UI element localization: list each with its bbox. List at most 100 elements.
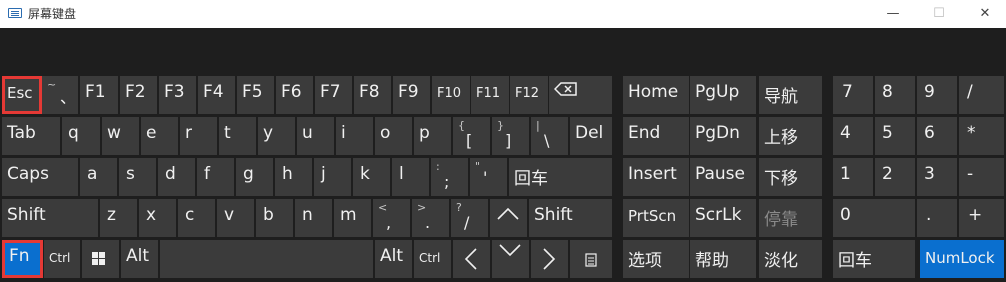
key-right-shift[interactable]: Shift — [529, 199, 612, 237]
key-num0[interactable]: 0 — [833, 199, 915, 237]
key-fn[interactable]: Fn — [2, 240, 43, 278]
key-num8[interactable]: 8 — [875, 76, 915, 114]
key-right-ctrl[interactable]: Ctrl — [414, 240, 451, 278]
key-semicolon[interactable]: :; — [431, 158, 468, 196]
key-num3[interactable]: 3 — [917, 158, 957, 196]
key-w[interactable]: w — [102, 117, 139, 155]
key-slash[interactable]: ? / — [451, 199, 488, 237]
key-num-multiply[interactable]: * — [959, 117, 1004, 155]
key-t[interactable]: t — [219, 117, 256, 155]
key-right-arrow[interactable] — [531, 240, 568, 278]
key-j[interactable]: j — [314, 158, 351, 196]
key-tab[interactable]: Tab — [2, 117, 60, 155]
key-left-bracket[interactable]: {[ — [453, 117, 490, 155]
key-pause[interactable]: Pause — [690, 158, 756, 196]
key-x[interactable]: x — [139, 199, 176, 237]
key-left-arrow[interactable] — [453, 240, 490, 278]
key-v[interactable]: v — [217, 199, 254, 237]
key-b[interactable]: b — [256, 199, 293, 237]
key-pgdn[interactable]: PgDn — [690, 117, 756, 155]
key-pgup[interactable]: PgUp — [690, 76, 756, 114]
key-period[interactable]: >. — [412, 199, 449, 237]
key-e[interactable]: e — [141, 117, 178, 155]
key-f4[interactable]: F4 — [198, 76, 235, 114]
key-caps[interactable]: Caps — [2, 158, 78, 196]
key-del[interactable]: Del — [570, 117, 612, 155]
key-u[interactable]: u — [297, 117, 334, 155]
key-f6[interactable]: F6 — [276, 76, 313, 114]
key-f11[interactable]: F11 — [471, 76, 509, 114]
key-left-alt[interactable]: Alt — [121, 240, 158, 278]
key-num6[interactable]: 6 — [917, 117, 957, 155]
key-q[interactable]: q — [62, 117, 100, 155]
key-num-subtract[interactable]: - — [959, 158, 1004, 196]
key-left-shift[interactable]: Shift — [2, 199, 98, 237]
key-home[interactable]: Home — [623, 76, 689, 114]
key-m[interactable]: m — [334, 199, 371, 237]
key-num5[interactable]: 5 — [875, 117, 915, 155]
key-options[interactable]: 选项 — [623, 240, 689, 278]
key-backspace[interactable] — [549, 76, 612, 114]
key-end[interactable]: End — [623, 117, 689, 155]
key-c[interactable]: c — [178, 199, 215, 237]
key-o[interactable]: o — [375, 117, 412, 155]
key-f3[interactable]: F3 — [159, 76, 196, 114]
key-num2[interactable]: 2 — [875, 158, 915, 196]
key-f12[interactable]: F12 — [510, 76, 548, 114]
key-right-bracket[interactable]: }] — [492, 117, 529, 155]
maximize-button[interactable]: ☐ — [916, 0, 962, 28]
key-scrlk[interactable]: ScrLk — [690, 199, 756, 237]
key-prtscn[interactable]: PrtScn — [623, 199, 689, 237]
close-button[interactable]: ✕ — [962, 0, 1006, 28]
key-num-enter[interactable]: 回车 — [833, 240, 915, 278]
key-fade[interactable]: 淡化 — [759, 240, 822, 278]
key-help[interactable]: 帮助 — [690, 240, 756, 278]
key-f10[interactable]: F10 — [432, 76, 470, 114]
key-d[interactable]: d — [158, 158, 195, 196]
key-f9[interactable]: F9 — [393, 76, 430, 114]
key-f5[interactable]: F5 — [237, 76, 274, 114]
key-k[interactable]: k — [353, 158, 390, 196]
key-h[interactable]: h — [275, 158, 312, 196]
key-left-ctrl[interactable]: Ctrl — [44, 240, 80, 278]
key-right-alt[interactable]: Alt — [375, 240, 412, 278]
key-num-divide[interactable]: / — [959, 76, 1004, 114]
key-f1[interactable]: F1 — [80, 76, 118, 114]
key-num-decimal[interactable]: . — [917, 199, 957, 237]
key-num1[interactable]: 1 — [833, 158, 873, 196]
key-num7[interactable]: 7 — [833, 76, 873, 114]
key-num9[interactable]: 9 — [917, 76, 957, 114]
key-i[interactable]: i — [336, 117, 373, 155]
key-n[interactable]: n — [295, 199, 332, 237]
key-up-arrow[interactable] — [490, 199, 527, 237]
key-space[interactable] — [160, 240, 373, 278]
key-numlock[interactable]: NumLock — [920, 240, 1004, 278]
key-l[interactable]: l — [392, 158, 429, 196]
key-backtick[interactable]: ~、 — [42, 76, 78, 114]
key-num-add[interactable]: + — [959, 199, 1004, 237]
key-backslash[interactable]: | \ — [531, 117, 568, 155]
key-p[interactable]: p — [414, 117, 451, 155]
key-menu[interactable] — [570, 240, 612, 278]
key-y[interactable]: y — [258, 117, 295, 155]
key-dock[interactable]: 停靠 — [759, 199, 822, 237]
key-g[interactable]: g — [236, 158, 273, 196]
key-a[interactable]: a — [80, 158, 117, 196]
key-esc[interactable]: Esc — [2, 76, 42, 114]
key-quote[interactable]: " ' — [470, 158, 507, 196]
key-windows[interactable] — [82, 240, 119, 278]
key-num4[interactable]: 4 — [833, 117, 873, 155]
key-s[interactable]: s — [119, 158, 156, 196]
key-f7[interactable]: F7 — [315, 76, 352, 114]
key-insert[interactable]: Insert — [623, 158, 689, 196]
key-f[interactable]: f — [197, 158, 234, 196]
key-r[interactable]: r — [180, 117, 217, 155]
key-move-up[interactable]: 上移 — [759, 117, 822, 155]
key-f8[interactable]: F8 — [354, 76, 391, 114]
key-move-down[interactable]: 下移 — [759, 158, 822, 196]
key-z[interactable]: z — [100, 199, 137, 237]
key-f2[interactable]: F2 — [120, 76, 157, 114]
key-comma[interactable]: <, — [373, 199, 410, 237]
minimize-button[interactable]: — — [870, 0, 916, 28]
key-enter[interactable]: 回车 — [509, 158, 612, 196]
